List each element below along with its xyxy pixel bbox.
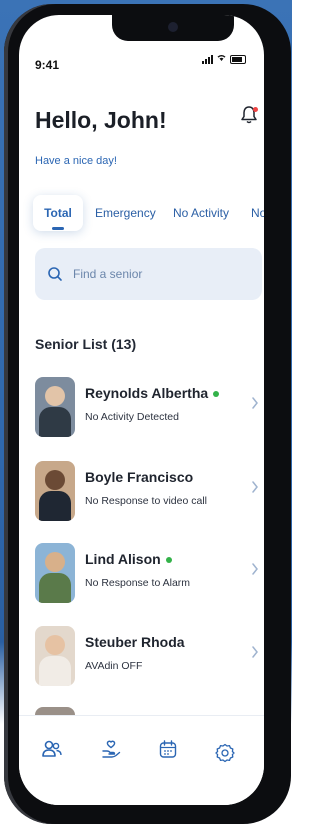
online-status-dot <box>165 557 172 564</box>
senior-name-text: Lind Alison <box>85 551 161 567</box>
signal-icon <box>202 54 213 64</box>
senior-name: Reynolds Albertha <box>85 385 220 401</box>
calendar-icon[interactable] <box>157 738 179 760</box>
seniors-icon[interactable] <box>41 738 63 760</box>
phone-frame: 9:41 Hello, John! Have a nice day! Total… <box>4 4 291 824</box>
tab-total[interactable]: Total <box>33 195 83 231</box>
senior-name: Boyle Francisco <box>85 469 193 485</box>
phone-notch <box>112 15 234 41</box>
chevron-right-icon <box>252 646 258 658</box>
settings-gear-icon[interactable] <box>214 742 236 764</box>
search-input[interactable] <box>71 266 225 282</box>
senior-detail: AVAdin OFF <box>85 660 143 672</box>
greeting-subtitle: Have a nice day! <box>35 155 117 167</box>
greeting-title: Hello, John! <box>35 107 167 133</box>
avatar <box>35 377 75 437</box>
chevron-right-icon <box>252 397 258 409</box>
senior-name-text: Boyle Francisco <box>85 469 194 485</box>
avatar <box>35 461 75 521</box>
senior-name: Lind Alison <box>85 551 172 567</box>
filter-tabs: Total Emergency No Activity No <box>33 195 264 233</box>
senior-detail: No Response to video call <box>85 495 207 507</box>
senior-row[interactable]: Lind Alison No Response to Alarm <box>35 543 264 605</box>
online-status-dot <box>213 391 220 398</box>
avatar <box>35 626 75 686</box>
status-icons <box>202 53 246 65</box>
battery-icon <box>230 54 246 64</box>
search-bar[interactable] <box>35 248 262 300</box>
chevron-right-icon <box>252 563 258 575</box>
tab-emergency[interactable]: Emergency <box>95 195 156 231</box>
status-time: 9:41 <box>35 58 60 72</box>
tab-active-indicator <box>52 227 64 230</box>
senior-list-title: Senior List (13) <box>35 336 137 352</box>
senior-name: Steuber Rhoda <box>85 634 185 650</box>
senior-detail: No Response to Alarm <box>85 577 191 589</box>
care-hand-icon[interactable] <box>100 738 122 760</box>
tab-total-label: Total <box>44 206 72 220</box>
chevron-right-icon <box>252 481 258 493</box>
senior-name-text: Reynolds Albertha <box>85 385 209 401</box>
senior-row[interactable]: Boyle Francisco No Response to video cal… <box>35 461 264 523</box>
notification-dot <box>253 107 258 112</box>
tab-more[interactable]: No <box>251 195 264 231</box>
wifi-icon <box>216 53 227 65</box>
senior-row[interactable]: Steuber Rhoda AVAdin OFF <box>35 626 264 688</box>
avatar <box>35 543 75 603</box>
search-icon <box>48 267 62 281</box>
senior-name-text: Steuber Rhoda <box>85 634 185 650</box>
senior-detail: No Activity Detected <box>85 411 179 423</box>
bottom-nav <box>19 715 264 805</box>
app-screen: 9:41 Hello, John! Have a nice day! Total… <box>19 15 264 805</box>
camera-icon <box>168 22 178 32</box>
tab-no-activity[interactable]: No Activity <box>173 195 229 231</box>
senior-row[interactable]: Reynolds Albertha No Activity Detected <box>35 377 264 439</box>
